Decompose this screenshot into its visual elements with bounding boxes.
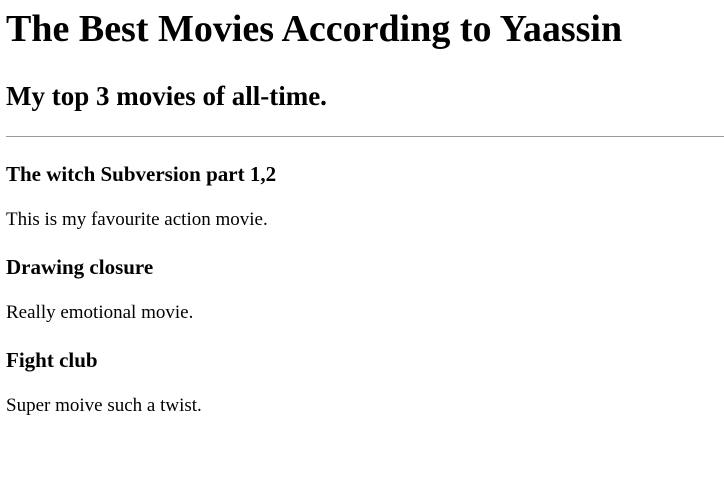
movie-title: Fight club	[6, 348, 98, 372]
movie-item-1: The witch Subversion part 1,2 This is my…	[6, 162, 724, 231]
movie-description: Super moive such a twist.	[6, 395, 202, 416]
page-subtitle: My top 3 movies of all-time.	[6, 81, 327, 111]
movie-item-3: Fight club Super moive such a twist.	[6, 348, 724, 417]
divider	[6, 136, 724, 137]
movie-item-2: Drawing closure Really emotional movie.	[6, 255, 724, 324]
movie-title: The witch Subversion part 1,2	[6, 162, 277, 186]
page-title: The Best Movies According to Yaassin	[6, 8, 623, 50]
movie-description: This is my favourite action movie.	[6, 209, 268, 230]
movie-description: Really emotional movie.	[6, 302, 194, 323]
movie-title: Drawing closure	[6, 255, 154, 279]
